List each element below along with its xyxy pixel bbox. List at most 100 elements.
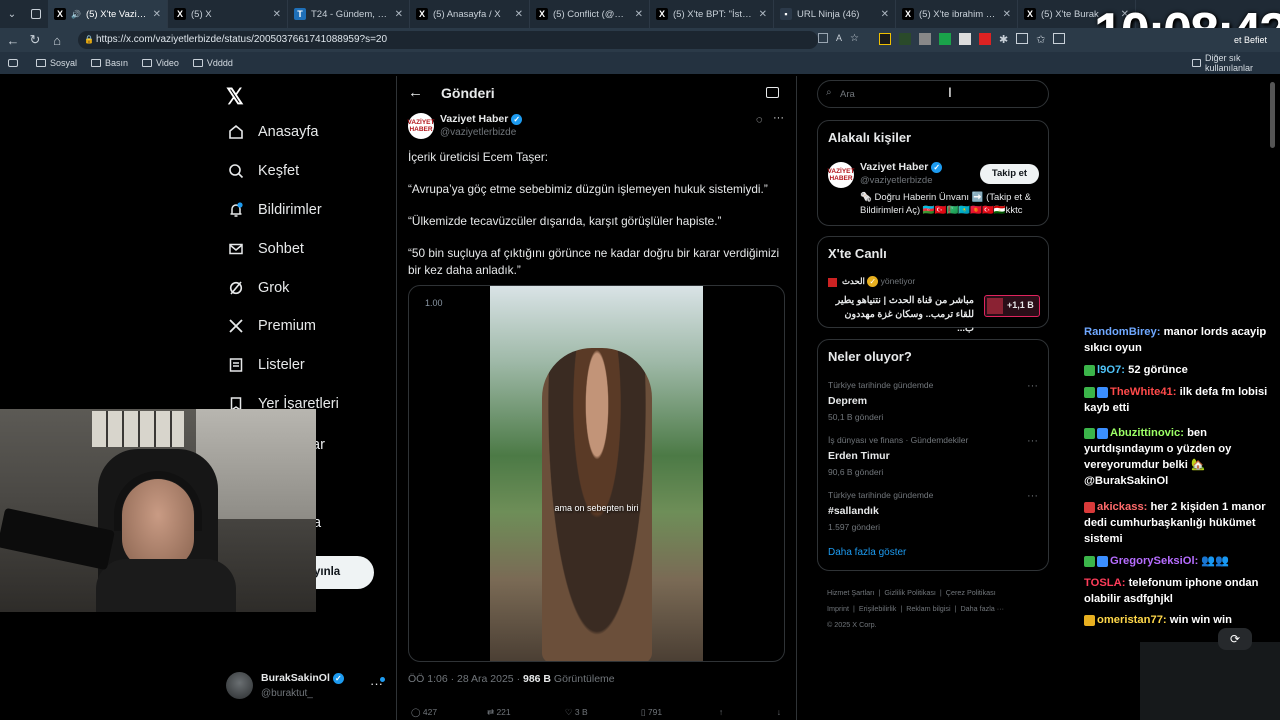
trend-item[interactable]: İş dünyası ve finans · Gündemdekiler Erd… [828,435,1038,477]
more-icon[interactable]: ··· [1027,435,1038,447]
footer-link[interactable]: Erişilebilirlik [859,604,897,613]
reload-icon[interactable]: ↻ [24,32,46,48]
back-icon[interactable]: ← [2,33,24,48]
more-icon[interactable]: ··· [1027,490,1038,502]
extensions-icon[interactable]: ✱ [999,33,1008,46]
account-switcher[interactable]: BurakSakinOl ✓ @buraktut_ ··· [226,670,386,704]
live-listeners[interactable]: +1,1 B [984,295,1040,317]
url-field[interactable]: 🔒 https://x.com/vaziyetlerbizde/status/20… [78,31,818,49]
nav-item-search[interactable]: Keşfet [228,163,299,179]
ext-3-icon[interactable] [918,33,931,45]
search-input[interactable]: ⌕ Ara I [817,80,1049,108]
grok-icon[interactable]: ◌ [756,114,763,126]
footer-link[interactable]: Çerez Politikası [946,588,996,597]
bookmark-folder[interactable]: Basın [91,58,128,68]
ext-2-icon[interactable] [898,33,911,45]
bookmark-button[interactable]: ▯ 791 [641,707,719,718]
author-avatar[interactable]: VAZİYET HABER [408,113,434,139]
close-tab-icon[interactable]: ✕ [153,9,161,20]
browser-tab[interactable]: X🔊(5) X'te Vaziyet Hab✕ [48,0,168,28]
repost-button[interactable]: ⇄ 221 [487,707,565,718]
nav-item-mail[interactable]: Sohbet [228,241,304,257]
back-button-icon[interactable]: ← [408,84,423,101]
nav-item-grok[interactable]: Grok [228,280,289,296]
x-logo-icon[interactable]: 𝕏 [226,84,244,110]
collections-icon[interactable] [1053,33,1066,44]
post-time[interactable]: ÖÖ 1:06 · 28 Ara 2025 · [408,673,523,685]
profile-label[interactable]: et Befiet [1234,35,1267,45]
browser-tab[interactable]: TT24 - Gündem, Haber, S✕ [288,0,410,28]
close-tab-icon[interactable]: ✕ [635,9,643,20]
chat-username[interactable]: TheWhite41 [1110,386,1173,398]
chat-scroll-icon[interactable]: ⟳ [1218,628,1252,650]
browser-tab[interactable]: X(5) Conflict (@ConflictT✕ [530,0,650,28]
chat-username[interactable]: RandomBirey [1084,326,1157,338]
nav-item-bell[interactable]: Bildirimler [228,202,322,218]
browser-tab[interactable]: ▪ URL Ninja (46) ✕ [774,0,896,28]
browser-tab[interactable]: X(5) X'te ibrahim Haskol✕ [896,0,1018,28]
more-icon[interactable]: ··· [773,112,784,124]
scrollbar[interactable] [1270,82,1275,148]
split-screen-icon[interactable] [1016,33,1029,44]
close-tab-icon[interactable]: ✕ [395,9,403,20]
footer-link[interactable]: Hizmet Şartları [827,588,875,597]
ext-6-icon[interactable] [978,33,991,45]
live-channel[interactable]: الحدث [842,276,865,286]
live-text[interactable]: مباشر من قناة الحدث | نتنياهو يطير للقاء… [828,294,974,336]
read-aloud-icon[interactable]: A [836,33,842,46]
home-button-icon[interactable]: ⌂ [46,33,68,48]
author-handle[interactable]: @vaziyetlerbizde [440,127,516,138]
browser-tab[interactable]: X (5) Anasayfa / X ✕ [410,0,530,28]
close-tab-icon[interactable]: ✕ [759,9,767,20]
bookmark-folder[interactable]: Vdddd [192,58,233,68]
chat-username[interactable]: omeristan77 [1097,614,1163,626]
reader-mode-icon[interactable] [766,87,779,98]
bookmark-folder[interactable]: Video [142,58,179,68]
footer-link[interactable]: Imprint [827,604,849,613]
footer-link[interactable]: Reklam bilgisi [906,604,950,613]
person-avatar[interactable]: VAZİYET HABER [828,162,854,188]
browser-tab[interactable]: X (5) X ✕ [168,0,288,28]
tabs-icon[interactable] [8,59,18,67]
post-paragraph: İçerik üreticisi Ecem Taşer: [408,150,549,164]
download-icon[interactable]: ↓ [777,707,781,718]
ext-4-icon[interactable] [938,33,951,45]
close-tab-icon[interactable]: ✕ [515,9,523,20]
chat-username[interactable]: l9O7 [1097,364,1121,376]
ext-5-icon[interactable] [958,33,971,45]
bookmark-folder[interactable]: Sosyal [36,58,77,68]
workspaces-icon[interactable] [24,0,48,28]
trend-item[interactable]: Türkiye tarihinde gündemde Deprem 50,1 B… [828,380,1038,422]
trend-item[interactable]: Türkiye tarihinde gündemde #sallandık 1.… [828,490,1038,532]
footer-link[interactable]: Daha fazla ··· [960,604,1004,613]
favorite-icon[interactable]: ☆ [850,33,859,46]
favorites-bar-icon[interactable]: ✩ [1036,33,1045,46]
close-tab-icon[interactable]: ✕ [881,9,889,20]
close-tab-icon[interactable]: ✕ [1003,9,1011,20]
footer-link[interactable]: Gizlilik Politikası [884,588,936,597]
ext-1-icon[interactable] [878,33,891,45]
author-name[interactable]: Vaziyet Haber [440,113,508,125]
nav-item-list[interactable]: Listeler [228,357,305,373]
close-tab-icon[interactable]: ✕ [273,9,281,20]
follow-button[interactable]: Takip et [980,164,1039,184]
chat-username[interactable]: akickass [1097,501,1144,513]
more-icon[interactable]: ··· [1027,380,1038,392]
like-button[interactable]: ♡ 3 B [565,707,641,718]
browser-tab[interactable]: X(5) X'te BPT: "İstanbul S✕ [650,0,774,28]
share-icon[interactable]: ↑ [719,707,777,718]
reply-button[interactable]: ◯ 427 [411,707,487,718]
show-more-link[interactable]: Daha fazla göster [828,547,906,558]
tab-actions-icon[interactable]: ⌄ [0,0,24,28]
nav-item-home[interactable]: Anasayfa [228,124,318,140]
other-bookmarks[interactable]: Diğer sık kullanılanlar [1192,53,1280,73]
person-name[interactable]: Vaziyet Haber [860,161,928,173]
nav-item-x-logo[interactable]: Premium [228,318,316,334]
app-icon[interactable] [818,33,828,43]
chat-username[interactable]: TOSLA [1084,577,1122,589]
chat-message: omeristan77: win win win [1084,612,1274,628]
chat-username[interactable]: GregorySeksiOl [1110,555,1195,567]
speaker-icon[interactable]: 🔊 [71,10,81,19]
chat-username[interactable]: Abuzittinovic [1110,427,1180,439]
video-player[interactable]: 1.00 ama on sebepten biri [408,285,785,662]
